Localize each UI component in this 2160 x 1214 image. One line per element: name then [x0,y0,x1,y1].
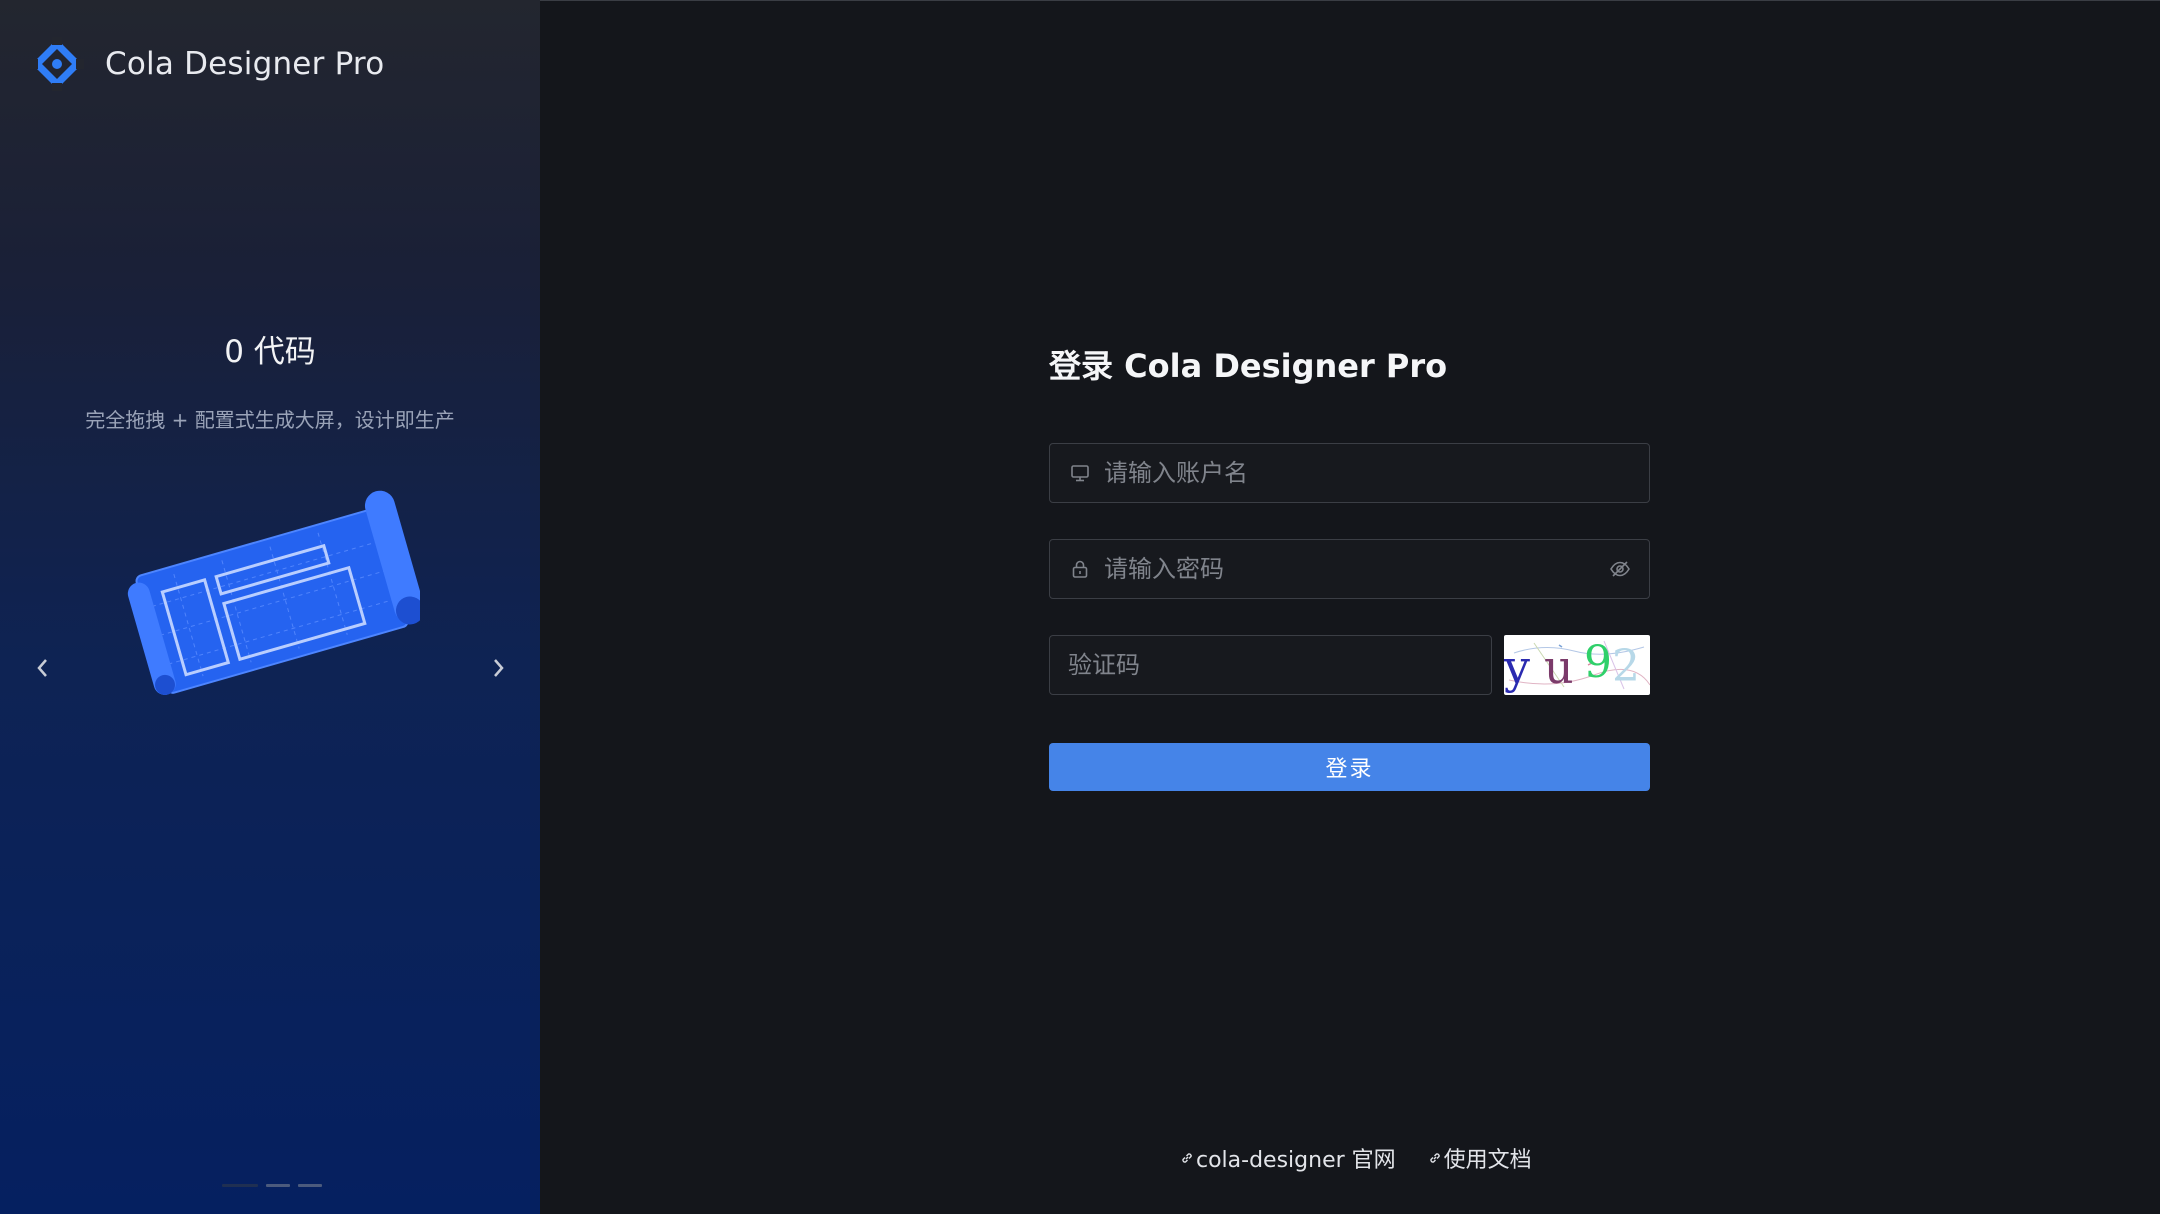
footer-links: cola-designer 官网 使用文档 [1180,1142,1532,1174]
carousel-indicators [222,1184,322,1187]
logo-icon [30,37,84,91]
footer-link-label: cola-designer 官网 [1196,1148,1396,1173]
username-field[interactable] [1049,443,1650,503]
username-input[interactable] [1104,444,1649,502]
svg-text:y: y [1504,640,1530,694]
login-form: 登录 Cola Designer Pro 请输入账户名 验证码 y u 9 2 … [1049,346,1650,791]
captcha-field[interactable] [1049,635,1492,695]
slide-title: 0 代码 [224,334,316,370]
captcha-image[interactable]: y u 9 2 yu92 [1504,635,1650,695]
eye-off-icon[interactable] [1609,558,1631,580]
brand-panel: Cola Designer Pro 0 代码 完全拖拽 + 配置式生成大屏，设计… [0,0,540,1214]
user-icon [1070,463,1090,483]
login-button[interactable]: 登录 [1049,743,1650,791]
link-icon [1182,1153,1192,1163]
svg-text:9: 9 [1584,637,1612,688]
footer-link-website[interactable]: cola-designer 官网 [1180,1142,1396,1174]
password-input[interactable] [1104,540,1599,598]
carousel-prev-button[interactable] [26,652,58,684]
blueprint-illustration [127,490,420,695]
lock-icon [1070,559,1090,579]
brand-name: Cola Designer Pro [105,46,385,82]
brand: Cola Designer Pro [29,36,384,92]
link-icon [1429,1153,1440,1163]
captcha-input[interactable] [1050,636,1491,694]
carousel-dot[interactable] [222,1184,258,1187]
footer-link-docs[interactable]: 使用文档 [1428,1142,1532,1174]
carousel-dot[interactable] [266,1184,290,1187]
chevron-left-icon [37,659,47,677]
carousel-dot[interactable] [298,1184,322,1187]
slide-subtitle: 完全拖拽 + 配置式生成大屏，设计即生产 [85,408,455,432]
chevron-right-icon [494,659,504,677]
password-field[interactable] [1049,539,1650,599]
svg-text:2: 2 [1612,641,1640,692]
carousel-next-button[interactable] [483,652,515,684]
footer-link-label: 使用文档 [1443,1148,1532,1173]
login-title: 登录 Cola Designer Pro [1049,347,1448,385]
svg-text:u: u [1544,640,1574,694]
